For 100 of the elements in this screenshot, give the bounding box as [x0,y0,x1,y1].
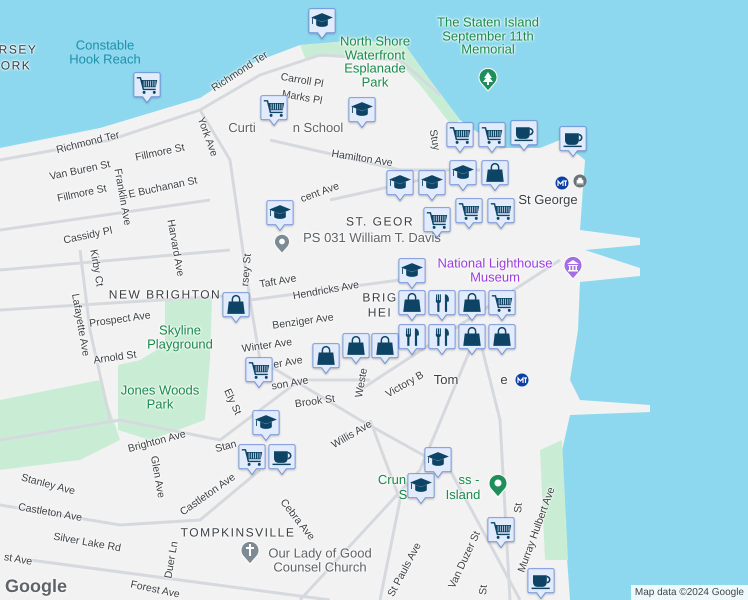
coffee-cup-marker[interactable] [559,126,587,158]
street-label: E Buchanan St [128,175,198,201]
museum-label: National Lighthouse Museum [436,256,554,284]
graduation-cap-marker[interactable] [424,447,452,479]
street-label: Brighton Ave [126,429,188,455]
ferry-icon [573,174,587,188]
street-label: er Ave [272,355,304,371]
graduation-cap-marker[interactable] [348,97,376,129]
graduation-cap-marker[interactable] [407,473,435,505]
water-label: Constable Hook Reach [68,38,142,66]
poi-label: PS 031 William T. Davis [303,231,441,245]
street-label: York Ave [194,116,220,158]
graduation-cap-marker[interactable] [418,170,446,202]
graduation-cap-marker[interactable] [398,258,426,290]
graduation-cap-marker[interactable] [386,170,414,202]
subway-logo-icon [555,176,569,190]
street-label: Kirby Ct [87,248,105,288]
street-label: Taft Ave [258,273,298,291]
area-label: ST. GEOR [346,216,414,228]
street-label: Van Buren St [48,159,112,183]
park-label: Island [446,488,480,502]
fork-knife-marker[interactable] [428,290,456,322]
street-label: Cassidy Pl [62,225,114,247]
street-label: Harvard Ave [164,218,186,278]
park-label: The Staten Island September 11th Memorial [436,16,540,56]
park-label: ss - [458,473,480,487]
street-label: Duer Ln [163,540,181,580]
area-label: NEW BRIGHTON [108,288,222,302]
street-label: Brook St [294,394,336,410]
street-label: Forest Ave [129,579,181,600]
area-label: TOMPKINSVILLE [180,526,296,540]
area-label: BRIG [362,292,398,304]
fork-knife-marker[interactable] [398,324,426,356]
shopping-bag-marker[interactable] [312,343,340,375]
museum-marker-icon [563,256,583,280]
shopping-cart-marker[interactable] [478,122,506,154]
street-label: Weste [354,367,370,399]
tree-marker-icon [478,68,498,92]
area-label: RSEY [0,44,38,56]
graduation-cap-marker[interactable] [449,160,477,192]
park-label: North Shore Waterfront Esplanade Park [338,34,412,90]
street-label: Castleton Ave [17,502,83,524]
shopping-cart-marker[interactable] [245,357,273,389]
poi-label: Curti [228,121,256,135]
shopping-cart-marker[interactable] [488,290,516,322]
fork-knife-marker[interactable] [428,324,456,356]
street-label: rsey St [240,253,254,287]
location-marker-icon [488,474,508,498]
street-label: St [478,584,490,596]
graduation-cap-marker[interactable] [266,200,294,232]
graduation-cap-marker[interactable] [308,8,336,40]
shopping-bag-marker[interactable] [488,324,516,356]
shopping-bag-marker[interactable] [458,290,486,322]
location-marker-icon [273,234,291,254]
poi-label: n School [292,121,344,135]
shopping-cart-marker[interactable] [487,517,515,549]
shopping-cart-marker[interactable] [455,198,483,230]
station-label: St George [518,193,578,207]
cross-marker-icon [240,541,260,565]
shopping-bag-marker[interactable] [398,290,426,322]
shopping-bag-marker[interactable] [481,160,509,192]
area-label: ORK [0,60,32,72]
street-label: Stan [214,438,238,456]
street-label: st Ave [3,552,33,568]
street-label: Carroll Pl [280,72,324,90]
street-label: Stanley Ave [20,472,76,498]
shopping-cart-marker[interactable] [446,122,474,154]
street-label: St [513,502,525,514]
street-label: Lafayette Ave [69,292,91,358]
area-label: HEI [368,306,392,320]
street-label: Silver Lake Rd [52,532,122,554]
shopping-cart-marker[interactable] [487,198,515,230]
station-label: Tom [434,373,458,387]
subway-logo-icon [515,373,529,387]
street-label: Stuy [426,128,442,152]
poi-label: Our Lady of Good Counsel Church [267,546,373,574]
street-label: Winter Ave [241,337,293,355]
shopping-bag-marker[interactable] [371,333,399,365]
graduation-cap-marker[interactable] [252,410,280,442]
coffee-cup-marker[interactable] [268,444,296,476]
street-label: Fillmore St [56,183,108,205]
street-label: Benziger Ave [272,312,334,332]
station-label: e [500,373,508,387]
street-label: Glen Ave [148,455,166,499]
park-label: S [398,488,408,502]
street-label: Willis Ave [330,419,374,451]
park-label: Crun [378,473,406,487]
street-label: cent Ave [299,180,341,206]
street-label: son Ave [270,375,310,393]
shopping-bag-marker[interactable] [342,333,370,365]
shopping-cart-marker[interactable] [238,444,266,476]
shopping-cart-marker[interactable] [133,72,161,104]
shopping-bag-marker[interactable] [458,324,486,356]
coffee-cup-marker[interactable] [510,120,538,152]
park-label: Jones Woods Park [120,383,200,411]
street-label: Ely St [221,387,243,417]
google-logo: Google [5,576,67,597]
street-label: Hamilton Ave [330,148,394,170]
shopping-bag-marker[interactable] [222,292,250,324]
attribution-text: Map data ©2024 Google [630,585,748,600]
